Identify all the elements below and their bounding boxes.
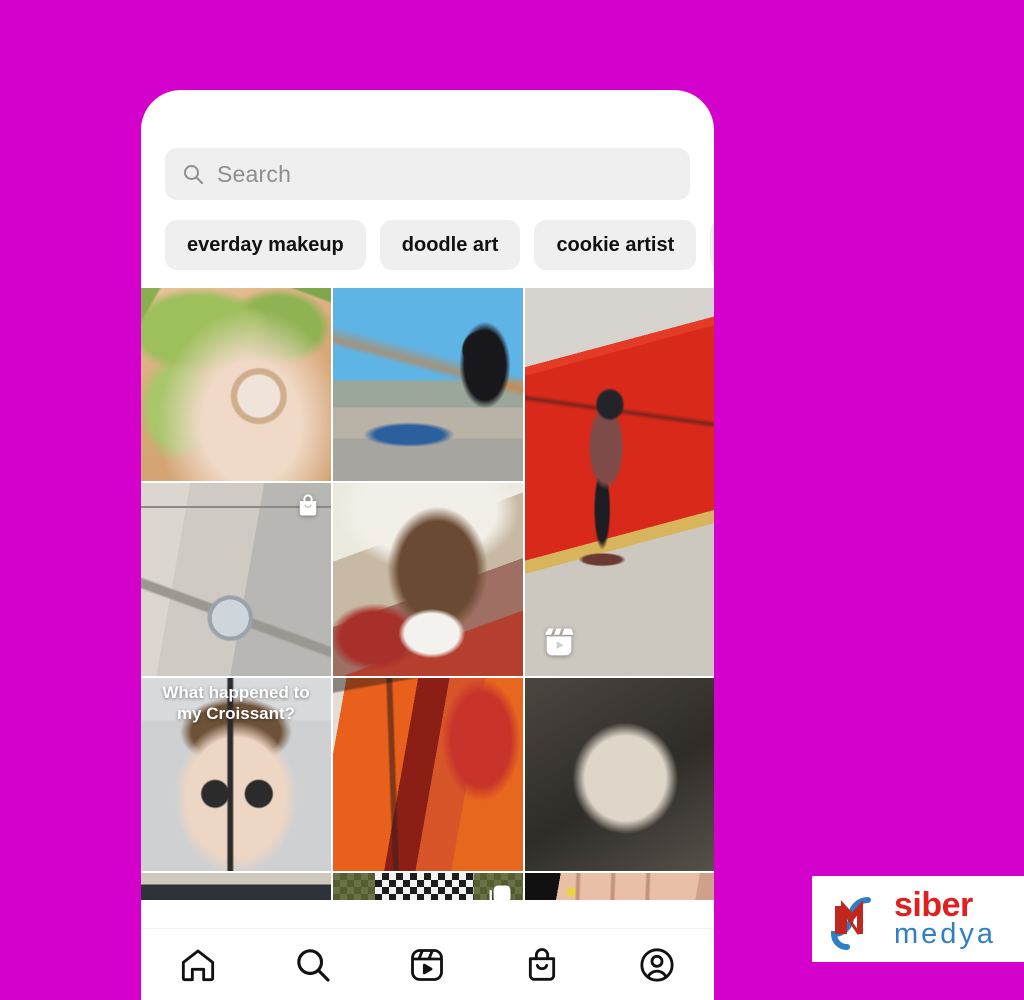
grid-tile[interactable] [141,483,331,676]
search-area: Search [141,90,714,200]
topic-chip[interactable]: cookie artist [534,220,697,270]
search-icon [293,945,333,985]
nav-reels-button[interactable] [404,942,450,988]
search-input[interactable]: Search [165,148,690,200]
grid-tile[interactable] [333,873,523,900]
search-icon [181,162,205,186]
grid-tile[interactable] [525,678,714,871]
tile-image [525,678,714,871]
nav-home-button[interactable] [175,942,221,988]
bottom-navigation-bar [141,928,714,1000]
tile-image [525,873,714,900]
search-placeholder-text: Search [217,160,292,187]
nav-search-button[interactable] [290,942,336,988]
topic-chip[interactable]: everday makeup [165,220,366,270]
shopping-bag-icon [295,493,321,519]
reels-icon [407,945,447,985]
tile-image [525,288,714,676]
logo-wordmark: siber medya [894,886,997,951]
siber-medya-logo: siber medya [812,876,1024,962]
topic-chip[interactable]: doodle art [379,220,521,270]
grid-tile[interactable] [333,288,523,481]
explore-grid: What happened to my Croissant? [141,288,714,900]
sm-monogram-icon [822,886,888,952]
tile-caption: What happened to my Croissant? [162,683,310,724]
tile-image [141,873,331,900]
tile-image [333,483,523,676]
grid-tile[interactable] [525,288,714,676]
shop-icon [522,945,562,985]
page-background: Search everday makeup doodle art cookie ar… [0,0,1024,1000]
grid-tile[interactable]: What happened to my Croissant? [141,678,331,871]
tile-image [333,288,523,481]
topic-chip-row[interactable]: everday makeup doodle art cookie artist kni [141,200,714,288]
logo-word-medya: medya [894,918,997,951]
tile-image [333,678,523,871]
tile-image [141,288,331,481]
nav-profile-button[interactable] [634,942,680,988]
grid-tile[interactable] [141,288,331,481]
carousel-icon [487,883,513,900]
grid-tile[interactable] [333,483,523,676]
topic-chip[interactable]: kni [710,220,714,270]
grid-tile[interactable] [141,873,331,900]
nav-shop-button[interactable] [519,942,565,988]
home-icon [178,945,218,985]
logo-word-siber: siber [894,886,973,925]
profile-icon [637,945,677,985]
phone-mockup: Search everday makeup doodle art cookie ar… [141,90,714,1000]
grid-tile[interactable] [525,873,714,900]
grid-tile[interactable] [333,678,523,871]
reels-icon [539,622,579,662]
